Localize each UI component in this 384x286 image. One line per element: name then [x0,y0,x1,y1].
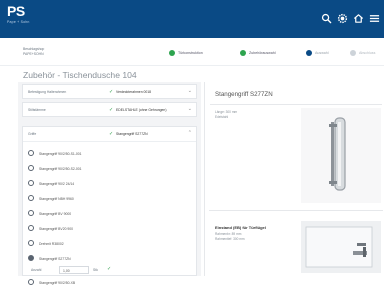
product-title: Stangengriff S277ZN [215,91,273,98]
radio-button-selected[interactable] [28,255,34,261]
product-image-latch [301,221,381,273]
chevron-down-icon[interactable]: ⌄ [188,106,192,112]
check-icon: ✓ [109,89,114,95]
quantity-input[interactable]: 1,00 [59,266,89,274]
radio-button[interactable] [28,210,34,216]
option-label: Stangengriff BV 9000 [39,211,72,216]
radio-button[interactable] [28,150,34,156]
step-active-icon [306,50,312,56]
check-icon: ✓ [109,131,114,137]
option-label: Stangengriff 90/2/50-XB [39,280,76,285]
check-icon [169,50,175,56]
selection-value: Verdeckterahmen 0018 [116,90,152,94]
product-preview-panel: Stangengriff S277ZN Länge: 300 mm Edelst… [204,82,384,276]
selection-row-befestigung[interactable]: Befestigung Halterahmen ✓ Verdeckterahme… [22,84,197,99]
check-icon [240,50,246,56]
radio-button[interactable] [28,225,34,231]
chevron-up-icon[interactable]: ⌃ [188,130,192,136]
selection-key: Griffe [28,132,37,136]
radio-button[interactable] [28,240,34,246]
option-label: Stangengriff BV20 900 [39,226,74,231]
breadcrumb[interactable]: Beschlagshop PAPE+SOHN [23,47,44,56]
breadcrumb-line-1: Beschlagshop [23,47,45,51]
secondary-product-spec: Rahmentief: 300 mm [215,237,245,241]
search-icon[interactable] [321,13,332,24]
secondary-product-title: Einstand (EB) für Türflügel [215,225,266,230]
option-label: Drehmit R38002 [39,241,64,246]
step-pending-icon [350,50,356,56]
selection-row-griffe[interactable]: Griffe ✓ Stangengriff S277ZN ⌃ [23,127,196,142]
step-label: Türkonstruktion [178,51,203,55]
quantity-unit: Stk [93,268,98,272]
radio-button[interactable] [28,165,34,171]
home-icon[interactable] [353,13,364,24]
selection-value: EDELSTAHLE (ohne Gehrungen) [116,108,167,112]
brand-logo-mark: PS [7,3,25,19]
brand-tagline: Pape + Sohn [7,20,30,24]
menu-icon[interactable] [369,13,380,24]
check-icon: ✓ [109,107,114,113]
confirm-check-icon[interactable]: ✓ [107,266,111,272]
step-label: Zubehörauswahl [249,51,276,55]
divider [210,104,382,105]
product-image-handle [301,108,381,203]
page-title: Zubehör - Tischendusche 104 [23,70,137,80]
product-spec: Edelstahl [215,115,229,119]
selection-key: Stiltstämme [28,108,46,112]
quantity-row: Anzahl 1,00 Stk ✓ [31,266,191,274]
progress-bar: Beschlagshop PAPE+SOHN Türkonstruktion Z… [0,38,384,66]
option-label: Stangengriff 90/2 24/14 [39,181,75,186]
app-header: PS Pape + Sohn [0,0,384,38]
quantity-label: Anzahl [31,268,42,272]
radio-button[interactable] [28,180,34,186]
secondary-product-card[interactable]: Einstand (EB) für Türflügel Rahmenbr: 89… [209,210,383,274]
option-label: Stangengriff S277ZN [39,256,71,261]
radio-button[interactable] [28,195,34,201]
product-spec: Länge: 300 mm [215,110,238,114]
option-label: Stangengriff 90/2/50-S1-001 [39,151,82,156]
secondary-product-spec: Rahmenbr: 89 mm [215,232,242,236]
option-label: Stangengriff NBH 9960 [39,196,74,201]
selection-row-stiltstaemme[interactable]: Stiltstämme ✓ EDELSTAHLE (ohne Gehrungen… [22,102,197,117]
step-label: Auswahl [315,51,329,55]
configuration-panel: Befestigung Halterahmen ✓ Verdeckterahme… [18,82,201,285]
griffe-options-box: Griffe ✓ Stangengriff S277ZN ⌃ Stangengr… [22,126,197,285]
brand-logo[interactable]: PS Pape + Sohn [7,4,32,30]
option-label: Stangengriff 90/2/50-S2-001 [39,166,82,171]
chevron-down-icon[interactable]: ⌄ [188,88,192,94]
settings-icon[interactable] [337,13,348,24]
radio-button[interactable] [28,279,34,285]
selection-key: Befestigung Halterahmen [28,90,67,94]
step-label: Abschluss [359,51,376,55]
selection-value: Stangengriff S277ZN [116,132,148,136]
breadcrumb-line-2: PAPE+SOHN [23,51,44,56]
